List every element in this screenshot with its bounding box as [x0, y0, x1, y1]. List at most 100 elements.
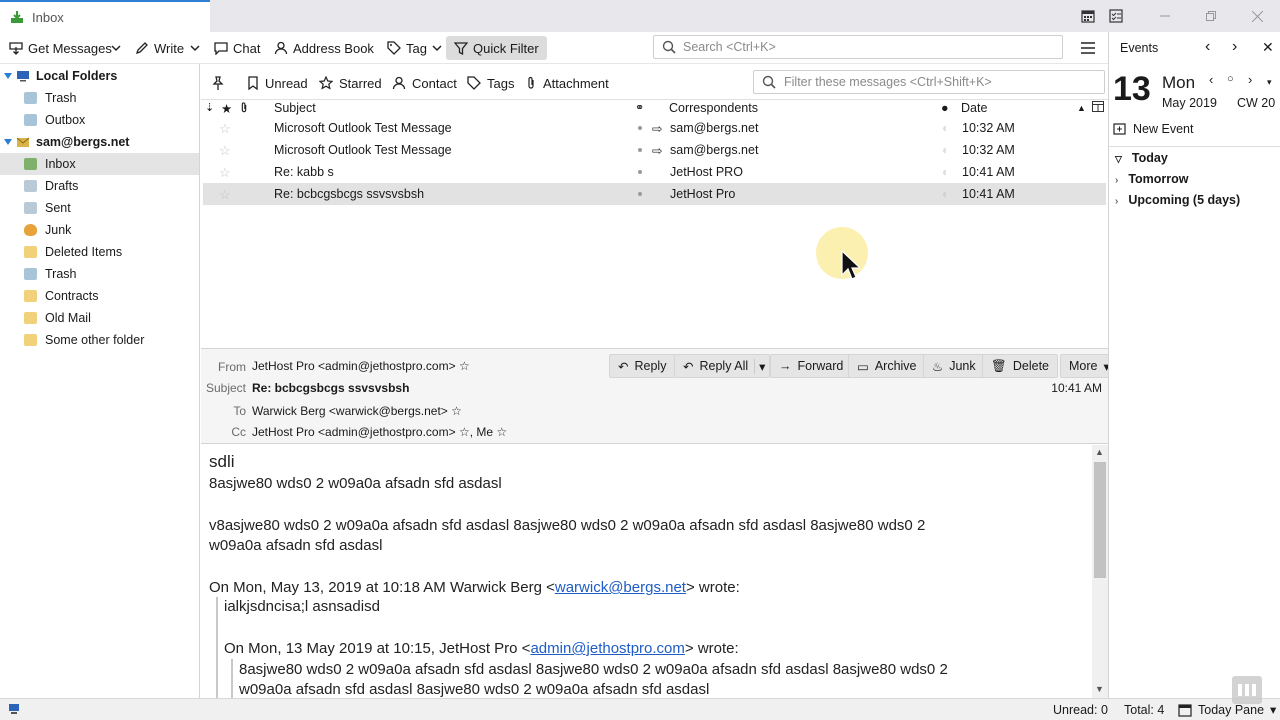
sticky-filter-button[interactable]	[211, 73, 225, 93]
dropdown-icon[interactable]: ▾	[1267, 77, 1272, 88]
reply-all-button[interactable]: ↶ Reply All ▾	[674, 354, 771, 378]
close-pane-button[interactable]: ✕	[1262, 39, 1274, 56]
folder-account[interactable]: sam@bergs.net	[0, 131, 199, 153]
cc-label: Cc	[231, 425, 246, 439]
reply-button[interactable]: ↶ Reply	[609, 354, 676, 378]
write-button[interactable]: Write	[132, 36, 187, 60]
correspondents-column-header[interactable]: Correspondents	[669, 101, 758, 115]
scrollbar-thumb[interactable]	[1094, 462, 1106, 578]
new-event-button[interactable]: New Event	[1113, 122, 1193, 136]
section-tomorrow[interactable]: › Tomorrow	[1115, 172, 1189, 186]
chevron-down-icon	[190, 45, 200, 52]
write-dropdown[interactable]	[187, 36, 203, 60]
table-row[interactable]: ☆ Microsoft Outlook Test Message ⇨ sam@b…	[203, 117, 1106, 139]
folder-local-trash[interactable]: Trash	[0, 87, 199, 109]
star-icon[interactable]: ☆	[219, 143, 231, 159]
star-column-icon[interactable]: ★	[221, 101, 232, 116]
today-pane-toggle[interactable]: Today Pane ▾	[1178, 702, 1276, 717]
folder-deleted-items[interactable]: Deleted Items	[0, 241, 199, 263]
folder-contracts[interactable]: Contracts	[0, 285, 199, 307]
junk-status-icon[interactable]: ◐	[942, 143, 950, 157]
folder-drafts[interactable]: Drafts	[0, 175, 199, 197]
section-today[interactable]: ▽ Today	[1115, 151, 1168, 165]
tag-button[interactable]: Tag	[384, 36, 445, 60]
from-value[interactable]: JetHost Pro <admin@jethostpro.com> ☆	[252, 359, 470, 373]
total-count: Total: 4	[1124, 703, 1165, 717]
table-row[interactable]: ☆ Re: kabb s JetHost PRO ◐ 10:41 AM	[203, 161, 1106, 183]
chevron-down-icon[interactable]: ▾	[754, 358, 765, 374]
to-value[interactable]: Warwick Berg <warwick@bergs.net> ☆	[252, 404, 462, 418]
tab-inbox[interactable]: Inbox	[0, 0, 210, 32]
prev-icon[interactable]: ‹	[1209, 72, 1213, 87]
junk-icon	[24, 224, 37, 236]
app-menu-button[interactable]	[1077, 36, 1099, 60]
delete-button[interactable]: 🗑 Delete	[982, 354, 1059, 378]
cc-value[interactable]: JetHost Pro <admin@jethostpro.com> ☆, Me…	[252, 425, 507, 439]
filter-starred-button[interactable]: Starred	[319, 73, 382, 93]
filter-tags-button[interactable]: Tags	[467, 73, 514, 93]
folder-sent[interactable]: Sent	[0, 197, 199, 219]
online-status-icon[interactable]	[8, 702, 22, 716]
folder-outbox[interactable]: Outbox	[0, 109, 199, 131]
email-link[interactable]: warwick@bergs.net	[555, 579, 686, 596]
folder-local-folders[interactable]: Local Folders	[0, 65, 199, 87]
get-messages-dropdown[interactable]	[108, 36, 124, 60]
filter-messages-input[interactable]: Filter these messages <Ctrl+Shift+K>	[753, 70, 1105, 94]
next-day-button[interactable]: ›	[1232, 38, 1237, 56]
address-book-button[interactable]: Address Book	[271, 36, 377, 60]
folder-old-mail[interactable]: Old Mail	[0, 307, 199, 329]
folder-icon	[24, 290, 37, 302]
filter-unread-button[interactable]: Unread	[247, 73, 308, 93]
archive-button[interactable]: ▭ Archive	[848, 354, 926, 378]
junk-button[interactable]: ♨ Junk	[923, 354, 985, 378]
table-row[interactable]: ☆ Microsoft Outlook Test Message ⇨ sam@b…	[203, 139, 1106, 161]
junk-column-icon[interactable]: ●	[941, 101, 949, 115]
folder-junk[interactable]: Junk	[0, 219, 199, 241]
junk-status-icon[interactable]: ◐	[942, 187, 950, 201]
tasks-tab-icon[interactable]	[1096, 0, 1136, 32]
junk-status-icon[interactable]: ◐	[942, 165, 950, 179]
bookmark-icon	[248, 76, 258, 90]
prev-day-button[interactable]: ‹	[1205, 38, 1210, 56]
forward-button[interactable]: → Forward	[770, 354, 853, 378]
folder-inbox[interactable]: Inbox	[0, 153, 199, 175]
fire-icon: ♨	[932, 359, 944, 374]
read-status-icon[interactable]	[638, 126, 642, 130]
folder-some-other[interactable]: Some other folder	[0, 329, 199, 351]
restore-button[interactable]	[1188, 0, 1234, 32]
search-input[interactable]: Search <Ctrl+K>	[653, 35, 1063, 59]
column-picker-icon[interactable]	[1092, 101, 1104, 112]
folder-trash[interactable]: Trash	[0, 263, 199, 285]
filter-attachment-button[interactable]: Attachment	[525, 73, 609, 93]
star-icon[interactable]: ☆	[219, 187, 231, 203]
computer-icon	[17, 71, 29, 82]
pause-overlay-icon[interactable]	[1232, 676, 1262, 704]
read-status-icon[interactable]	[638, 192, 642, 196]
message-body: sdli 8asjwe80 wds0 2 w09a0a afsadn sfd a…	[201, 445, 1091, 698]
close-button[interactable]	[1234, 0, 1280, 32]
star-icon[interactable]: ☆	[219, 165, 231, 181]
star-icon[interactable]: ☆	[219, 121, 231, 137]
junk-status-icon[interactable]: ◐	[942, 121, 950, 135]
minimize-button[interactable]	[1142, 0, 1188, 32]
read-status-icon[interactable]	[638, 148, 642, 152]
chat-button[interactable]: Chat	[211, 36, 263, 60]
email-link[interactable]: admin@jethostpro.com	[530, 640, 684, 657]
quote-header-1: On Mon, May 13, 2019 at 10:18 AM Warwick…	[209, 579, 740, 596]
filter-contact-button[interactable]: Contact	[392, 73, 457, 93]
read-column-icon[interactable]: ⚭	[635, 101, 644, 114]
get-messages-button[interactable]: Get Messages	[6, 36, 115, 60]
read-status-icon[interactable]	[638, 170, 642, 174]
section-upcoming[interactable]: › Upcoming (5 days)	[1115, 193, 1240, 207]
next-icon[interactable]: ›	[1248, 72, 1252, 87]
thread-column-icon[interactable]: ⇣	[205, 101, 214, 114]
table-row-selected[interactable]: ☆ Re: bcbcgsbcgs ssvsvsbsh JetHost Pro ◐…	[203, 183, 1106, 205]
sent-icon	[24, 202, 37, 214]
attachment-column-icon[interactable]	[239, 101, 249, 114]
subject-column-header[interactable]: Subject	[274, 101, 316, 115]
date-column-header[interactable]: Date	[961, 101, 987, 115]
download-icon	[9, 41, 23, 55]
today-circle-icon[interactable]: ○	[1227, 73, 1234, 85]
quick-filter-button[interactable]: Quick Filter	[446, 36, 547, 60]
inbox-icon	[24, 158, 37, 170]
